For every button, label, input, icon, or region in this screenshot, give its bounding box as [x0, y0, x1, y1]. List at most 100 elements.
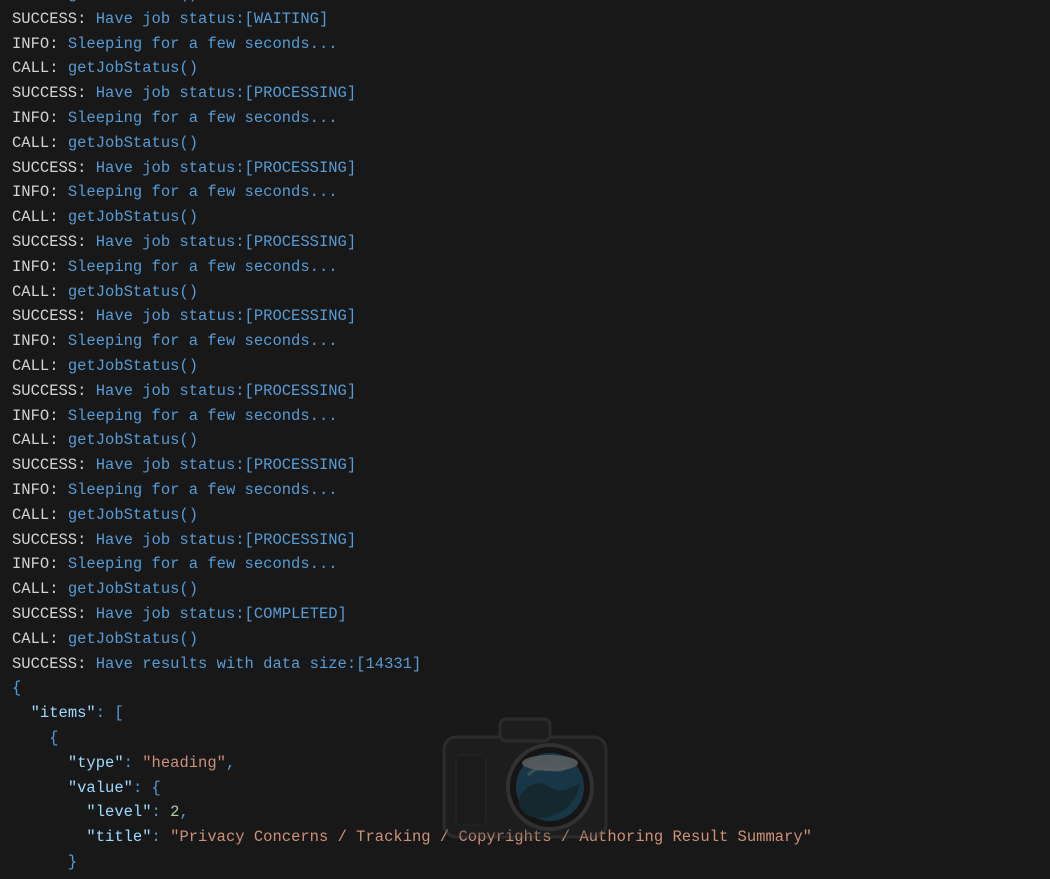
- log-label-success: SUCCESS:: [12, 655, 96, 673]
- log-msg: Have job status:: [96, 233, 245, 251]
- log-msg: Sleeping for a few seconds...: [68, 35, 338, 53]
- json-string: "heading": [142, 754, 226, 772]
- log-msg: Sleeping for a few seconds...: [68, 258, 338, 276]
- log-label-info: INFO:: [12, 35, 68, 53]
- log-line: INFO: Sleeping for a few seconds...: [12, 404, 1050, 429]
- log-line: CALL: getJobStatus(): [12, 56, 1050, 81]
- log-line: INFO: Sleeping for a few seconds...: [12, 32, 1050, 57]
- log-label-success: SUCCESS:: [12, 456, 96, 474]
- log-label-success: SUCCESS:: [12, 10, 96, 28]
- log-msg: Sleeping for a few seconds...: [68, 407, 338, 425]
- json-key: "items": [31, 704, 96, 722]
- log-fn: getJobStatus(): [68, 580, 198, 598]
- json-indent: [12, 828, 86, 846]
- json-punct: : {: [133, 779, 161, 797]
- log-fn: getJobStatus(): [68, 630, 198, 648]
- log-fn: getJobStatus(): [68, 59, 198, 77]
- log-fn: getJobStatus(): [68, 506, 198, 524]
- json-punct: ,: [179, 803, 188, 821]
- log-label-success: SUCCESS:: [12, 605, 96, 623]
- json-indent: [12, 704, 31, 722]
- log-label-info: INFO:: [12, 258, 68, 276]
- log-line: CALL: getJobStatus(): [12, 280, 1050, 305]
- log-label-call: CALL:: [12, 506, 68, 524]
- log-msg: Have job status:: [96, 605, 245, 623]
- json-key: "type": [68, 754, 124, 772]
- log-line: CALL: getJobStatus(): [12, 0, 1050, 7]
- log-line: SUCCESS: Have job status:[PROCESSING]: [12, 81, 1050, 106]
- log-tag: [PROCESSING]: [245, 531, 357, 549]
- log-line: CALL: getJobStatus(): [12, 627, 1050, 652]
- json-key: "value": [68, 779, 133, 797]
- json-indent: [12, 754, 68, 772]
- json-punct: :: [152, 803, 171, 821]
- log-label-info: INFO:: [12, 183, 68, 201]
- log-line: SUCCESS: Have job status:[PROCESSING]: [12, 528, 1050, 553]
- log-line: INFO: Sleeping for a few seconds...: [12, 255, 1050, 280]
- log-tag: [PROCESSING]: [245, 456, 357, 474]
- log-line: INFO: Sleeping for a few seconds...: [12, 329, 1050, 354]
- log-tag: [WAITING]: [245, 10, 329, 28]
- log-tag: [PROCESSING]: [245, 382, 357, 400]
- log-line: SUCCESS: Have job status:[PROCESSING]: [12, 379, 1050, 404]
- log-tag: [14331]: [356, 655, 421, 673]
- json-punct: {: [12, 729, 59, 747]
- json-punct: ,: [226, 754, 235, 772]
- log-line: CALL: getJobStatus(): [12, 577, 1050, 602]
- log-tag: [PROCESSING]: [245, 84, 357, 102]
- log-label-info: INFO:: [12, 109, 68, 127]
- log-msg: Have job status:: [96, 84, 245, 102]
- log-fn: getJobStatus(): [68, 208, 198, 226]
- log-label-call: CALL:: [12, 208, 68, 226]
- json-key: "level": [86, 803, 151, 821]
- log-fn: getJobStatus(): [68, 357, 198, 375]
- log-tag: [PROCESSING]: [245, 307, 357, 325]
- json-punct: :: [152, 828, 171, 846]
- log-tag: [PROCESSING]: [245, 233, 357, 251]
- log-line: SUCCESS: Have job status:[PROCESSING]: [12, 230, 1050, 255]
- log-line: "level": 2,: [12, 800, 1050, 825]
- log-fn: getJobStatus(): [68, 283, 198, 301]
- json-indent: [12, 779, 68, 797]
- json-punct: }: [12, 853, 77, 871]
- log-label-info: INFO:: [12, 555, 68, 573]
- log-msg: Have job status:: [96, 10, 245, 28]
- log-line: CALL: getJobStatus(): [12, 354, 1050, 379]
- log-msg: Sleeping for a few seconds...: [68, 481, 338, 499]
- json-indent: [12, 803, 86, 821]
- log-msg: Have results with data size:: [96, 655, 356, 673]
- log-line: INFO: Sleeping for a few seconds...: [12, 180, 1050, 205]
- log-label-call: CALL:: [12, 580, 68, 598]
- json-key: "title": [86, 828, 151, 846]
- log-line: SUCCESS: Have job status:[WAITING]: [12, 7, 1050, 32]
- log-line: CALL: getJobStatus(): [12, 503, 1050, 528]
- log-fn: getJobStatus(): [68, 134, 198, 152]
- log-line: "title": "Privacy Concerns / Tracking / …: [12, 825, 1050, 850]
- log-line: "value": {: [12, 776, 1050, 801]
- log-label-success: SUCCESS:: [12, 531, 96, 549]
- log-label-call: CALL:: [12, 134, 68, 152]
- log-msg: Sleeping for a few seconds...: [68, 183, 338, 201]
- log-label-info: INFO:: [12, 481, 68, 499]
- log-label-success: SUCCESS:: [12, 382, 96, 400]
- log-line: CALL: getJobStatus(): [12, 131, 1050, 156]
- terminal-output: CALL: getJobStatus()SUCCESS: Have job st…: [12, 0, 1050, 875]
- log-label-info: INFO:: [12, 332, 68, 350]
- log-msg: Have job status:: [96, 456, 245, 474]
- log-label-call: CALL:: [12, 0, 68, 3]
- log-label-call: CALL:: [12, 59, 68, 77]
- log-msg: Sleeping for a few seconds...: [68, 555, 338, 573]
- log-fn: getJobStatus(): [68, 431, 198, 449]
- log-line: {: [12, 676, 1050, 701]
- log-label-call: CALL:: [12, 357, 68, 375]
- log-tag: [PROCESSING]: [245, 159, 357, 177]
- log-line: INFO: Sleeping for a few seconds...: [12, 552, 1050, 577]
- log-label-success: SUCCESS:: [12, 233, 96, 251]
- log-tag: [COMPLETED]: [245, 605, 347, 623]
- log-line: CALL: getJobStatus(): [12, 205, 1050, 230]
- log-line: {: [12, 726, 1050, 751]
- log-line: SUCCESS: Have results with data size:[14…: [12, 652, 1050, 677]
- log-line: INFO: Sleeping for a few seconds...: [12, 478, 1050, 503]
- log-line: }: [12, 850, 1050, 875]
- log-msg: Sleeping for a few seconds...: [68, 332, 338, 350]
